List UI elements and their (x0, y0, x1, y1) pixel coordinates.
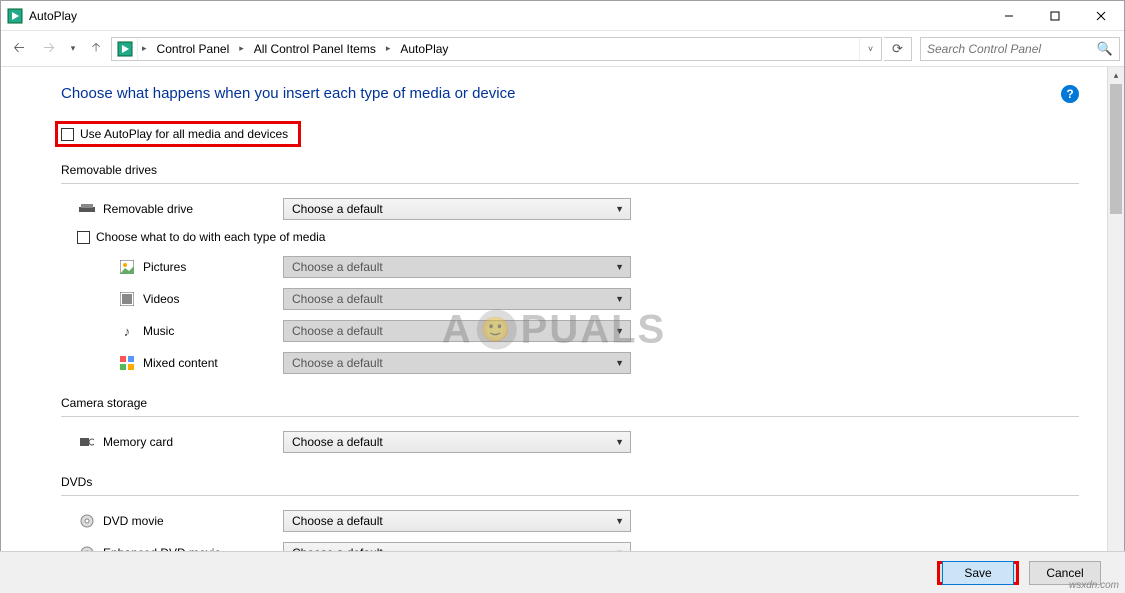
breadcrumb-sep: ▸ (235, 38, 248, 60)
maximize-button[interactable] (1032, 1, 1078, 30)
breadcrumb-item[interactable]: Control Panel (151, 38, 236, 60)
row-label: Pictures (143, 260, 283, 274)
chevron-down-icon: ▼ (615, 326, 624, 336)
breadcrumb-sep: ▸ (138, 38, 151, 60)
titlebar: AutoPlay (1, 1, 1124, 31)
search-icon: 🔍 (1097, 41, 1113, 57)
app-icon (7, 8, 23, 24)
checkbox-icon (61, 128, 74, 141)
divider (61, 495, 1079, 496)
row-label: Videos (143, 292, 283, 306)
combo-value: Choose a default (292, 260, 383, 274)
videos-icon (117, 292, 137, 306)
highlight-master-checkbox: Use AutoPlay for all media and devices (55, 121, 301, 147)
highlight-save-button: Save (937, 561, 1019, 585)
content-wrap: Choose what happens when you insert each… (1, 67, 1124, 592)
chevron-down-icon: ▼ (615, 437, 624, 447)
chevron-down-icon: ▼ (615, 516, 624, 526)
row-mixed: Mixed content Choose a default ▼ (117, 352, 1079, 374)
combo-mixed[interactable]: Choose a default ▼ (283, 352, 631, 374)
row-memory-card: Memory card Choose a default ▼ (77, 431, 1079, 453)
drive-icon (77, 204, 97, 214)
save-label: Save (964, 566, 991, 580)
combo-dvd-movie[interactable]: Choose a default ▼ (283, 510, 631, 532)
breadcrumb-item[interactable]: AutoPlay (394, 38, 454, 60)
disc-icon (77, 514, 97, 528)
row-pictures: Pictures Choose a default ▼ (117, 256, 1079, 278)
close-button[interactable] (1078, 1, 1124, 30)
divider (61, 416, 1079, 417)
row-label: Memory card (103, 435, 283, 449)
window: AutoPlay 🡠 🡢 ▾ 🡡 ▸ Control Panel ▸ All C (0, 0, 1125, 593)
breadcrumb-sep: ▸ (382, 38, 395, 60)
address-dropdown[interactable]: ˅ (859, 38, 881, 60)
combo-value: Choose a default (292, 292, 383, 306)
combo-value: Choose a default (292, 324, 383, 338)
checkbox-icon (77, 231, 90, 244)
divider (61, 183, 1079, 184)
memory-card-icon (77, 436, 97, 448)
row-dvd-movie: DVD movie Choose a default ▼ (77, 510, 1079, 532)
help-icon[interactable]: ? (1061, 85, 1079, 103)
forward-button[interactable]: 🡢 (35, 35, 63, 63)
page-title: Choose what happens when you insert each… (61, 85, 515, 102)
checkbox-label: Use AutoPlay for all media and devices (80, 127, 288, 141)
chevron-down-icon: ▼ (615, 294, 624, 304)
combo-removable-drive[interactable]: Choose a default ▼ (283, 198, 631, 220)
combo-value: Choose a default (292, 435, 383, 449)
search-input[interactable] (927, 42, 1113, 56)
music-icon: ♪ (117, 324, 137, 339)
footer: Save Cancel (0, 551, 1125, 593)
row-removable-drive: Removable drive Choose a default ▼ (77, 198, 1079, 220)
combo-pictures[interactable]: Choose a default ▼ (283, 256, 631, 278)
scroll-up-arrow[interactable]: ▴ (1108, 67, 1124, 84)
row-music: ♪ Music Choose a default ▼ (117, 320, 1079, 342)
combo-value: Choose a default (292, 202, 383, 216)
section-camera-storage: Camera storage (61, 396, 1079, 410)
use-autoplay-checkbox[interactable]: Use AutoPlay for all media and devices (61, 127, 288, 141)
combo-value: Choose a default (292, 356, 383, 370)
corner-url: wsxdn.com (1069, 580, 1119, 591)
chevron-down-icon: ▼ (615, 358, 624, 368)
up-button[interactable]: 🡡 (83, 36, 109, 62)
save-button[interactable]: Save (942, 561, 1014, 585)
row-label: DVD movie (103, 514, 283, 528)
navbar: 🡠 🡢 ▾ 🡡 ▸ Control Panel ▸ All Control Pa… (1, 31, 1124, 67)
refresh-button[interactable]: ⟳ (884, 37, 912, 61)
row-label: Music (143, 324, 283, 338)
combo-videos[interactable]: Choose a default ▼ (283, 288, 631, 310)
vertical-scrollbar[interactable]: ▴ ▾ (1107, 67, 1124, 592)
history-dropdown[interactable]: ▾ (65, 43, 81, 54)
section-dvds: DVDs (61, 475, 1079, 489)
combo-value: Choose a default (292, 514, 383, 528)
section-removable-drives: Removable drives (61, 163, 1079, 177)
search-box[interactable]: 🔍 (920, 37, 1120, 61)
page-header: Choose what happens when you insert each… (61, 85, 1079, 103)
row-label: Mixed content (143, 356, 283, 370)
chevron-down-icon: ▼ (615, 262, 624, 272)
choose-media-checkbox[interactable]: Choose what to do with each type of medi… (77, 230, 1079, 244)
row-videos: Videos Choose a default ▼ (117, 288, 1079, 310)
window-title: AutoPlay (29, 9, 986, 23)
scrollbar-thumb[interactable] (1110, 84, 1122, 214)
combo-music[interactable]: Choose a default ▼ (283, 320, 631, 342)
address-bar[interactable]: ▸ Control Panel ▸ All Control Panel Item… (111, 37, 882, 61)
mixed-icon (117, 356, 137, 370)
content: Choose what happens when you insert each… (1, 67, 1107, 592)
minimize-button[interactable] (986, 1, 1032, 30)
address-app-icon (112, 38, 138, 60)
window-controls (986, 1, 1124, 30)
breadcrumb-item[interactable]: All Control Panel Items (248, 38, 382, 60)
row-label: Removable drive (103, 202, 283, 216)
combo-memory-card[interactable]: Choose a default ▼ (283, 431, 631, 453)
checkbox-label: Choose what to do with each type of medi… (96, 230, 325, 244)
pictures-icon (117, 260, 137, 274)
back-button[interactable]: 🡠 (5, 35, 33, 63)
cancel-label: Cancel (1046, 566, 1083, 580)
chevron-down-icon: ▼ (615, 204, 624, 214)
